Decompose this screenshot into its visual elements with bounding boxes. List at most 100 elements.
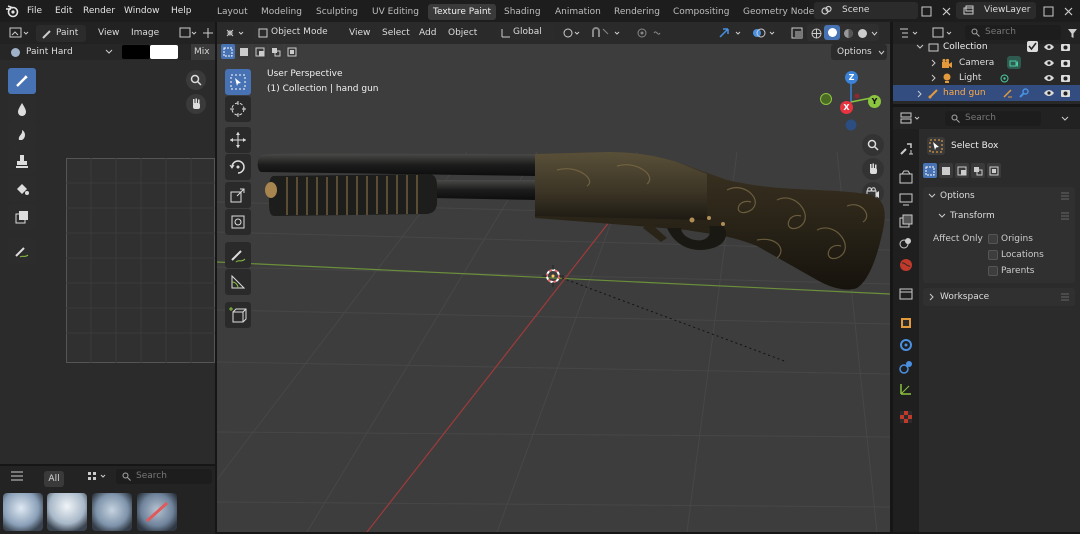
object-mode-dropdown[interactable]: Object Mode (253, 24, 341, 41)
view-layer-tab-icon[interactable] (898, 213, 914, 229)
select-extend-icon[interactable] (237, 44, 251, 59)
workspace-panel-chevron-icon[interactable] (927, 292, 937, 302)
fill-tool[interactable] (8, 176, 36, 202)
secondary-color-swatch[interactable] (150, 45, 178, 59)
visibility-eye-icon[interactable] (1043, 87, 1055, 99)
properties-search-field[interactable]: Search (945, 111, 1041, 126)
render-tab-icon[interactable] (898, 169, 914, 185)
viewport-editor-type-icon[interactable] (223, 26, 249, 40)
grid-view-icon[interactable] (86, 469, 110, 483)
pan-hand-icon[interactable] (186, 94, 206, 114)
image-browse-icon[interactable] (178, 26, 198, 40)
scale-tool[interactable] (225, 182, 251, 208)
origins-label[interactable]: Origins (1001, 231, 1033, 247)
modifiers-tab-icon[interactable] (898, 337, 914, 353)
render-camera-icon[interactable] (1059, 72, 1071, 84)
viewport-menu-object[interactable]: Object (448, 25, 477, 41)
tab-shading[interactable]: Shading (499, 4, 546, 20)
blender-logo-icon[interactable] (4, 3, 20, 19)
view-layer-selector[interactable]: ViewLayer (956, 2, 1036, 19)
new-view-layer-icon[interactable] (1040, 3, 1056, 19)
editor-type-icon[interactable] (8, 26, 30, 40)
delete-view-layer-icon[interactable] (1060, 3, 1076, 19)
outliner-row-selected[interactable]: hand gun (893, 85, 1080, 101)
select-intersect-icon[interactable] (987, 163, 1001, 178)
paint-mode-dropdown[interactable]: Paint (36, 25, 86, 42)
visibility-eye-icon[interactable] (1043, 57, 1055, 69)
overlays-icon[interactable] (751, 26, 781, 40)
menu-window[interactable]: Window (124, 0, 160, 22)
workspace-panel-title[interactable]: Workspace (940, 289, 989, 305)
select-extend-icon[interactable] (939, 163, 953, 178)
tab-layout[interactable]: Layout (212, 4, 253, 20)
select-invert-icon[interactable] (269, 44, 283, 59)
viewport-options-button[interactable]: Options (831, 44, 887, 60)
gizmo-z-axis[interactable]: Z (845, 71, 858, 84)
brush-search-field[interactable]: Search (116, 469, 212, 484)
zoom-icon[interactable] (186, 70, 206, 90)
clone-tool[interactable] (8, 148, 36, 174)
parents-checkbox[interactable] (988, 266, 998, 276)
viewport-menu-add[interactable]: Add (419, 25, 436, 41)
object-tab-icon[interactable] (898, 315, 914, 331)
menu-render[interactable]: Render (83, 0, 115, 22)
select-box-tool-icon[interactable] (927, 137, 945, 155)
scene-tab-icon[interactable] (898, 235, 914, 251)
select-subtract-icon[interactable] (955, 163, 969, 178)
mask-tool[interactable] (8, 204, 36, 230)
collection-tab-icon[interactable] (898, 285, 914, 301)
brush-thumbnail[interactable] (47, 493, 87, 531)
add-cube-tool[interactable] (225, 302, 251, 328)
object-data-tab-icon[interactable] (898, 381, 914, 397)
filter-icon[interactable] (1065, 26, 1079, 40)
tab-compositing[interactable]: Compositing (668, 4, 734, 20)
solid-shading-icon[interactable] (824, 25, 840, 40)
options-panel-chevron-icon[interactable] (927, 191, 937, 201)
menu-edit[interactable]: Edit (55, 0, 72, 22)
viewport-3d[interactable]: Object Mode View Select Add Object Globa… (217, 22, 890, 532)
brush-dropdown-chevron-icon[interactable] (104, 46, 114, 58)
viewport-menu-select[interactable]: Select (382, 25, 410, 41)
cursor-tool[interactable] (225, 96, 251, 122)
xray-toggle-icon[interactable] (789, 26, 805, 40)
tab-modeling[interactable]: Modeling (256, 4, 307, 20)
parents-label[interactable]: Parents (1001, 263, 1035, 279)
blend-mode[interactable]: Mix (191, 44, 215, 60)
properties-options-chevron-icon[interactable] (1059, 113, 1071, 125)
select-box-tool[interactable] (225, 69, 251, 95)
add-icon[interactable] (202, 26, 214, 40)
primary-color-swatch[interactable] (122, 45, 150, 59)
menu-help[interactable]: Help (171, 0, 192, 22)
expand-chevron-icon[interactable] (929, 58, 939, 68)
workspace-drag-handle-icon[interactable] (1059, 292, 1071, 302)
expand-chevron-icon[interactable] (915, 42, 925, 52)
transform-subpanel-chevron-icon[interactable] (937, 211, 947, 221)
locations-checkbox[interactable] (988, 250, 998, 260)
render-camera-icon[interactable] (1059, 57, 1071, 69)
draw-tool[interactable] (8, 68, 36, 94)
select-subtract-icon[interactable] (253, 44, 267, 59)
render-camera-icon[interactable] (1059, 41, 1071, 53)
properties-editor-type-icon[interactable] (899, 111, 925, 125)
world-tab-icon[interactable] (898, 257, 914, 273)
3d-cursor[interactable] (542, 265, 564, 287)
material-shading-icon[interactable] (842, 27, 854, 39)
visibility-eye-icon[interactable] (1043, 72, 1055, 84)
panel-drag-handle-icon[interactable] (1059, 191, 1071, 201)
brush-preview-icon[interactable] (8, 45, 22, 59)
brush-name[interactable]: Paint Hard (26, 44, 73, 60)
delete-scene-icon[interactable] (938, 3, 954, 19)
display-mode-icon[interactable] (931, 26, 957, 40)
menu-file[interactable]: File (27, 0, 42, 22)
subpanel-drag-handle-icon[interactable] (1059, 211, 1071, 221)
scene-selector[interactable]: Scene (814, 2, 918, 19)
select-new-icon[interactable] (221, 44, 235, 59)
transform-orientation-dropdown[interactable]: Global (497, 24, 555, 41)
outliner-editor-type-icon[interactable] (897, 26, 923, 40)
new-scene-icon[interactable] (918, 3, 934, 19)
image-canvas-grid[interactable] (66, 158, 215, 364)
gizmo-toggle-icon[interactable] (717, 26, 747, 40)
soften-tool[interactable] (8, 96, 36, 122)
select-new-icon[interactable] (923, 163, 937, 178)
tab-uv-editing[interactable]: UV Editing (367, 4, 424, 20)
